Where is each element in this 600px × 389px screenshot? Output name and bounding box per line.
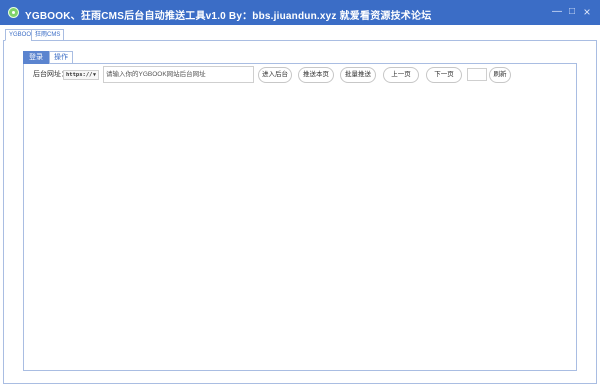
window-title: YGBOOK、狂雨CMS后台自动推送工具v1.0 By：bbs.jiuandun…: [25, 11, 432, 22]
chevron-down-icon: ▼: [92, 72, 96, 78]
close-button[interactable]: ×: [581, 6, 593, 18]
refresh-button[interactable]: 刷新: [489, 67, 511, 83]
backend-url-input[interactable]: 请输入你的YGBOOK网站后台网址: [103, 66, 254, 83]
maximize-button[interactable]: □: [566, 6, 578, 18]
enter-backend-button[interactable]: 进入后台: [258, 67, 292, 83]
minimize-button[interactable]: —: [551, 6, 563, 18]
protocol-select[interactable]: https:// ▼: [63, 70, 99, 80]
prev-page-button[interactable]: 上一页: [383, 67, 419, 83]
tab-login[interactable]: 登录: [23, 51, 49, 64]
tab-kuangyu-cms[interactable]: 狂雨CMS: [31, 29, 65, 41]
protocol-value: https://: [66, 72, 93, 78]
batch-push-button[interactable]: 批量推送: [340, 67, 376, 83]
push-this-page-button[interactable]: 推送本页: [298, 67, 334, 83]
app-logo-icon: [8, 7, 19, 18]
inner-tab-panel: [23, 63, 577, 371]
tab-operation[interactable]: 操作: [49, 51, 73, 64]
next-page-button[interactable]: 下一页: [426, 67, 462, 83]
title-bar: YGBOOK、狂雨CMS后台自动推送工具v1.0 By：bbs.jiuandun…: [0, 0, 600, 25]
page-number-input[interactable]: [467, 68, 487, 81]
